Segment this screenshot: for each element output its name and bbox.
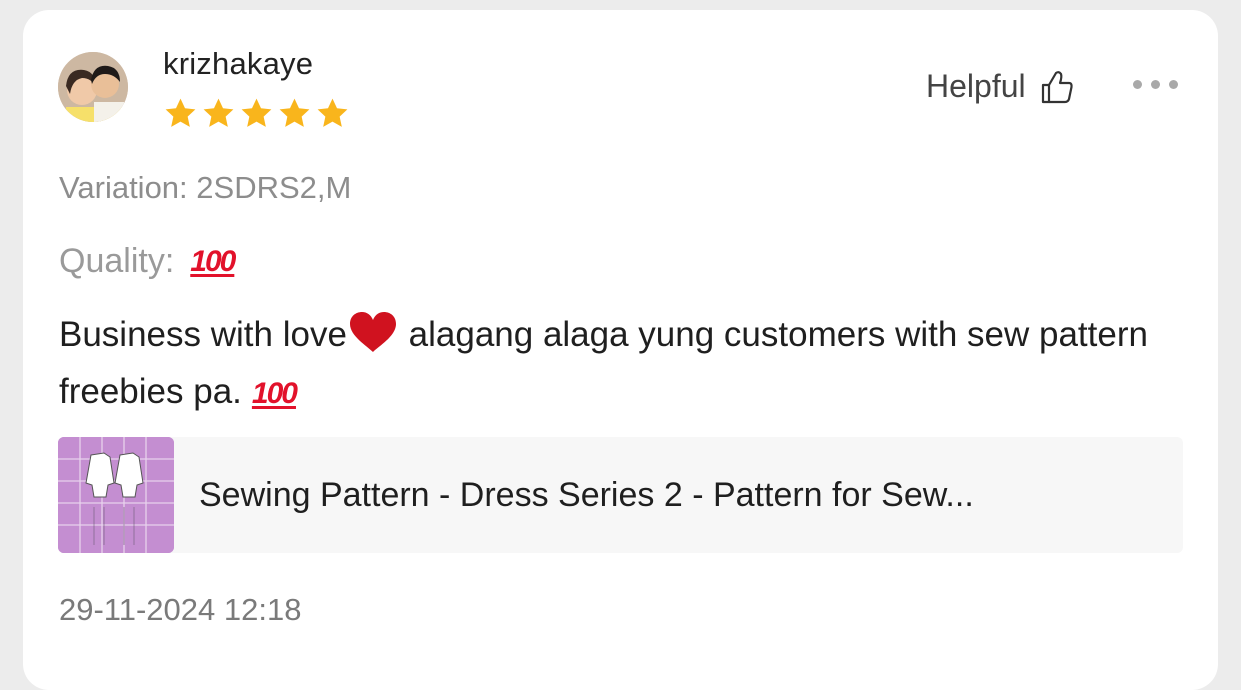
product-thumbnail [58, 437, 174, 553]
quality-row: Quality: 100 [59, 242, 236, 281]
more-options-icon [1133, 80, 1142, 89]
avatar[interactable] [58, 52, 128, 122]
variation-text: Variation: 2SDRS2,M [59, 170, 352, 205]
heart-icon [349, 312, 396, 352]
review-body: Business with love alagang alaga yung cu… [59, 306, 1179, 420]
star-rating [163, 96, 350, 131]
more-options-icon [1151, 80, 1160, 89]
hundred-points-icon: 100 [251, 377, 298, 410]
review-card: krizhakaye Helpful Variation: 2SDRS2,M Q… [23, 10, 1218, 690]
star-icon [203, 98, 234, 127]
username[interactable]: krizhakaye [163, 46, 313, 82]
review-body-text: Business with love [59, 315, 347, 354]
star-icon [241, 98, 272, 127]
dress-pattern-image [58, 437, 174, 553]
star-icon [317, 98, 348, 127]
hundred-points-icon: 100 [190, 244, 236, 278]
star-icon [165, 98, 196, 127]
product-title: Sewing Pattern - Dress Series 2 - Patter… [199, 475, 974, 514]
star-icon [279, 98, 310, 127]
quality-label: Quality: [59, 242, 175, 280]
avatar-image [58, 52, 128, 122]
thumbs-up-icon [1041, 70, 1073, 103]
product-link[interactable]: Sewing Pattern - Dress Series 2 - Patter… [58, 437, 1183, 553]
more-options-button[interactable] [1133, 80, 1178, 89]
helpful-button[interactable]: Helpful [926, 68, 1074, 105]
helpful-label: Helpful [926, 68, 1026, 104]
review-timestamp: 29-11-2024 12:18 [59, 592, 302, 627]
more-options-icon [1169, 80, 1178, 89]
